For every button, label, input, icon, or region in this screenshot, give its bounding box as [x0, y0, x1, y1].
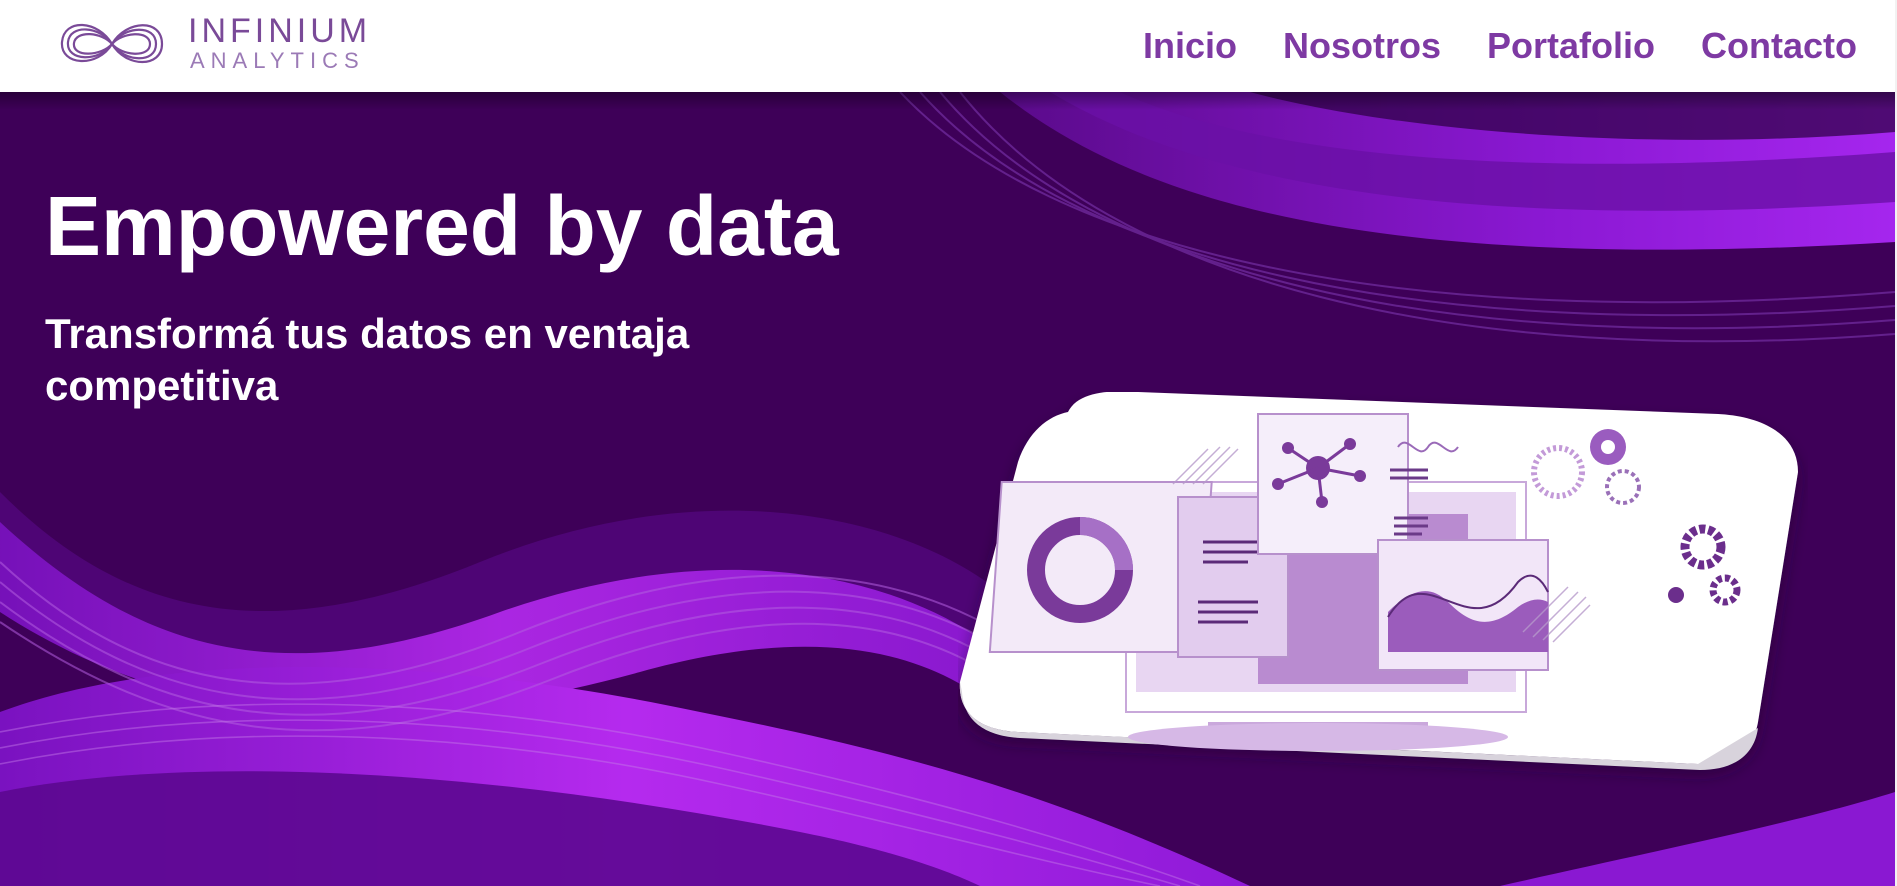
nav-link-nosotros[interactable]: Nosotros: [1283, 22, 1441, 70]
hero-banner: Empowered by data Transformá tus datos e…: [0, 92, 1895, 886]
hero-subtitle: Transformá tus datos en ventaja competit…: [45, 310, 690, 409]
area-chart-icon: [1377, 539, 1549, 671]
main-nav: Inicio Nosotros Portafolio Contacto: [1143, 22, 1857, 70]
site-header: INFINIUM ANALYTICS Inicio Nosotros Porta…: [0, 0, 1897, 92]
infinity-ribbon-icon: [60, 23, 164, 64]
dashboard-illustration: [959, 392, 1798, 770]
brand-logo[interactable]: INFINIUM ANALYTICS: [58, 12, 378, 76]
hero-title: Empowered by data: [45, 179, 839, 273]
brand-name: INFINIUM: [188, 12, 372, 50]
brand-tagline: ANALYTICS: [190, 48, 365, 73]
nav-link-contacto[interactable]: Contacto: [1701, 22, 1857, 70]
nav-link-inicio[interactable]: Inicio: [1143, 22, 1237, 70]
nav-link-portafolio[interactable]: Portafolio: [1487, 22, 1655, 70]
